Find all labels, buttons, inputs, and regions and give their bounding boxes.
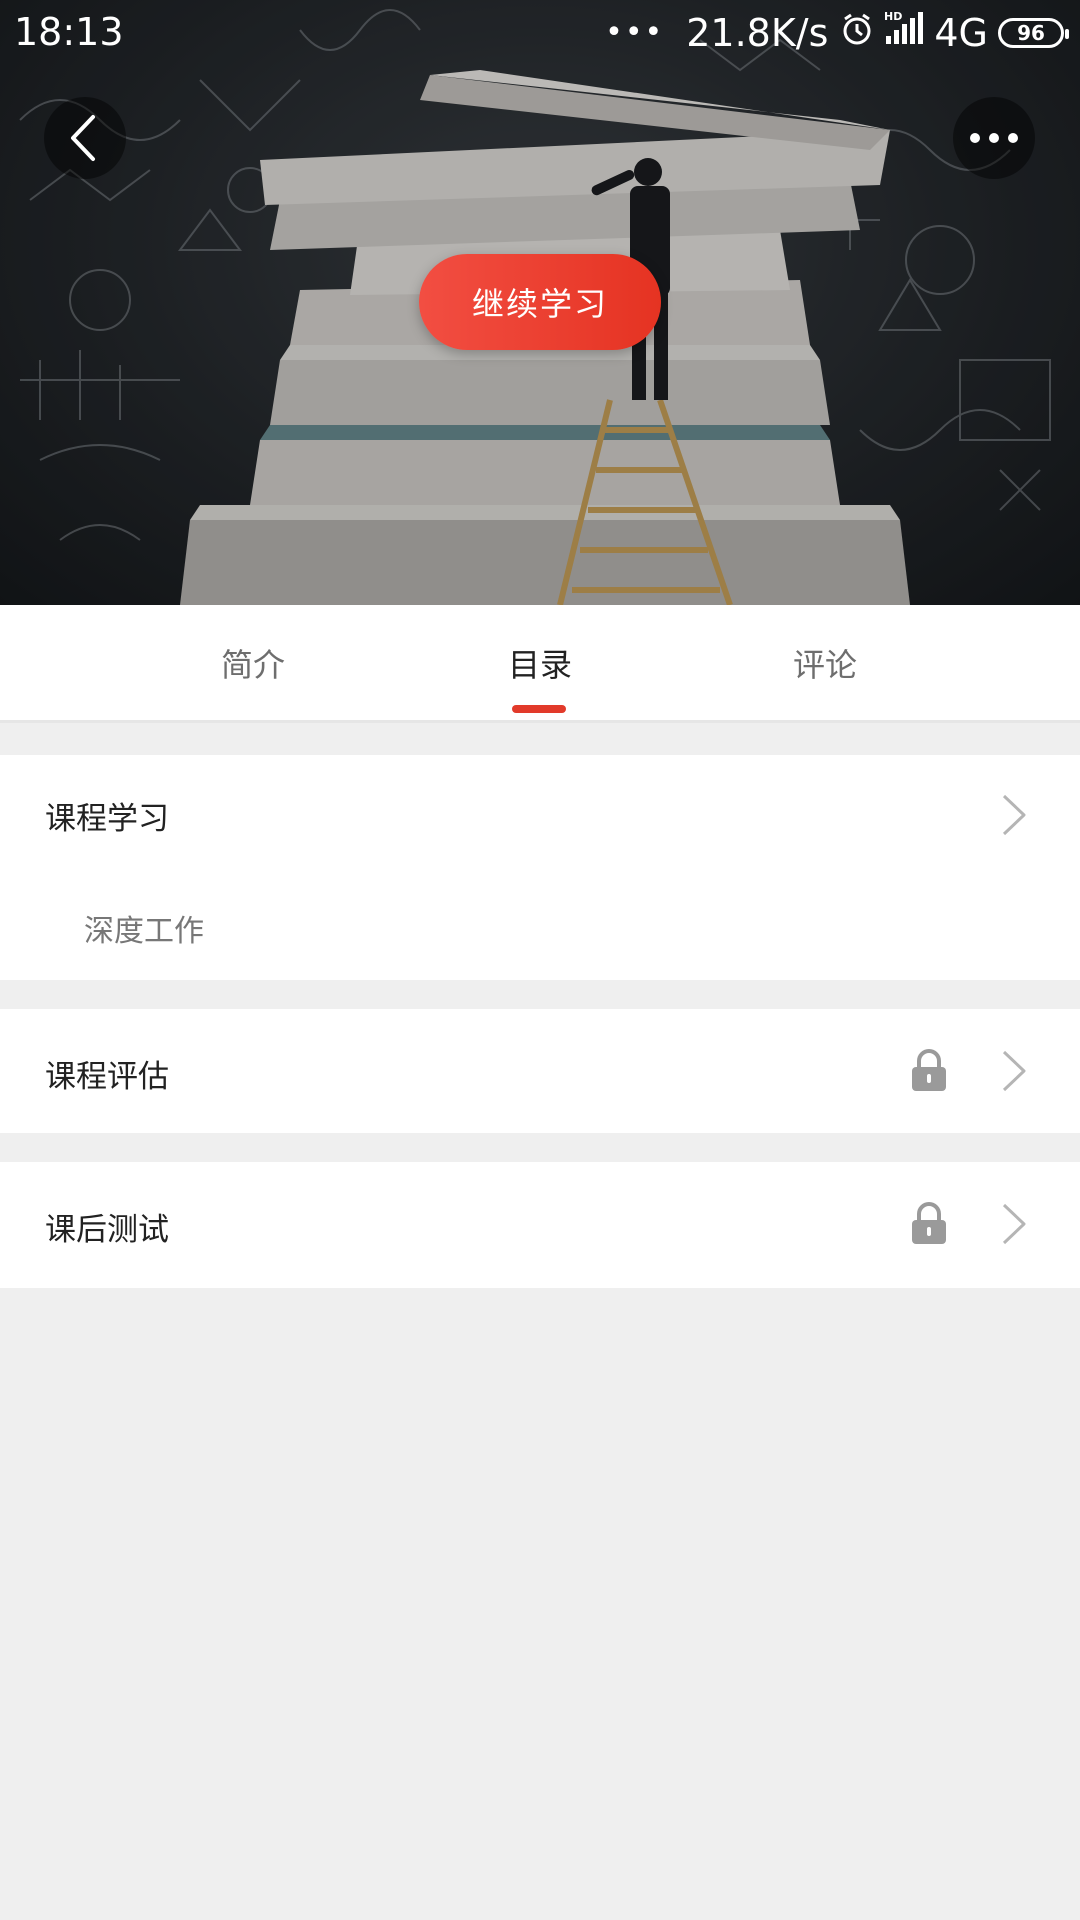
hd-label: HD	[884, 10, 902, 23]
section-post-test[interactable]: 课后测试	[0, 1162, 1080, 1288]
chevron-right-icon	[1002, 1050, 1026, 1092]
course-cover: 18:13 ••• 21.8K/s HD 4G 96 继续学习	[0, 0, 1080, 605]
chevron-right-icon	[1002, 794, 1026, 836]
back-button[interactable]	[44, 97, 126, 179]
battery-level: 96	[1017, 20, 1045, 45]
signal-icon: HD	[882, 10, 926, 55]
tab-bar: 简介 目录 评论	[0, 605, 1080, 723]
status-bar: 18:13 ••• 21.8K/s HD 4G 96	[0, 0, 1080, 68]
more-icon	[970, 133, 1018, 143]
active-tab-indicator	[512, 705, 566, 713]
more-button[interactable]	[953, 97, 1035, 179]
tab-intro[interactable]: 简介	[153, 605, 353, 720]
battery-icon: 96	[998, 17, 1069, 48]
lesson-item[interactable]: 深度工作	[0, 870, 1080, 980]
status-time: 18:13	[14, 10, 124, 54]
tab-label: 简介	[220, 645, 285, 684]
lock-icon	[912, 1049, 946, 1091]
continue-learning-label: 继续学习	[471, 285, 608, 323]
section-title: 课程评估	[45, 1059, 169, 1095]
network-speed: 21.8K/s	[686, 10, 829, 55]
network-type: 4G	[934, 10, 988, 55]
lesson-title: 深度工作	[84, 914, 204, 949]
alarm-icon	[840, 11, 874, 55]
back-icon	[71, 115, 95, 161]
section-title: 课后测试	[45, 1212, 169, 1248]
section-title: 课程学习	[45, 801, 169, 837]
chevron-right-icon	[1002, 1203, 1026, 1245]
lock-icon	[912, 1202, 946, 1244]
tab-label: 目录	[507, 645, 572, 684]
tab-comments[interactable]: 评论	[725, 605, 925, 720]
tab-label: 评论	[792, 645, 857, 684]
section-course-study: 课程学习 深度工作	[0, 755, 1080, 980]
tab-catalog[interactable]: 目录	[440, 605, 640, 720]
continue-learning-button[interactable]: 继续学习	[419, 254, 661, 350]
course-study-row[interactable]: 课程学习	[0, 755, 1080, 870]
status-dots: •••	[605, 15, 665, 50]
section-course-evaluation[interactable]: 课程评估	[0, 1009, 1080, 1133]
